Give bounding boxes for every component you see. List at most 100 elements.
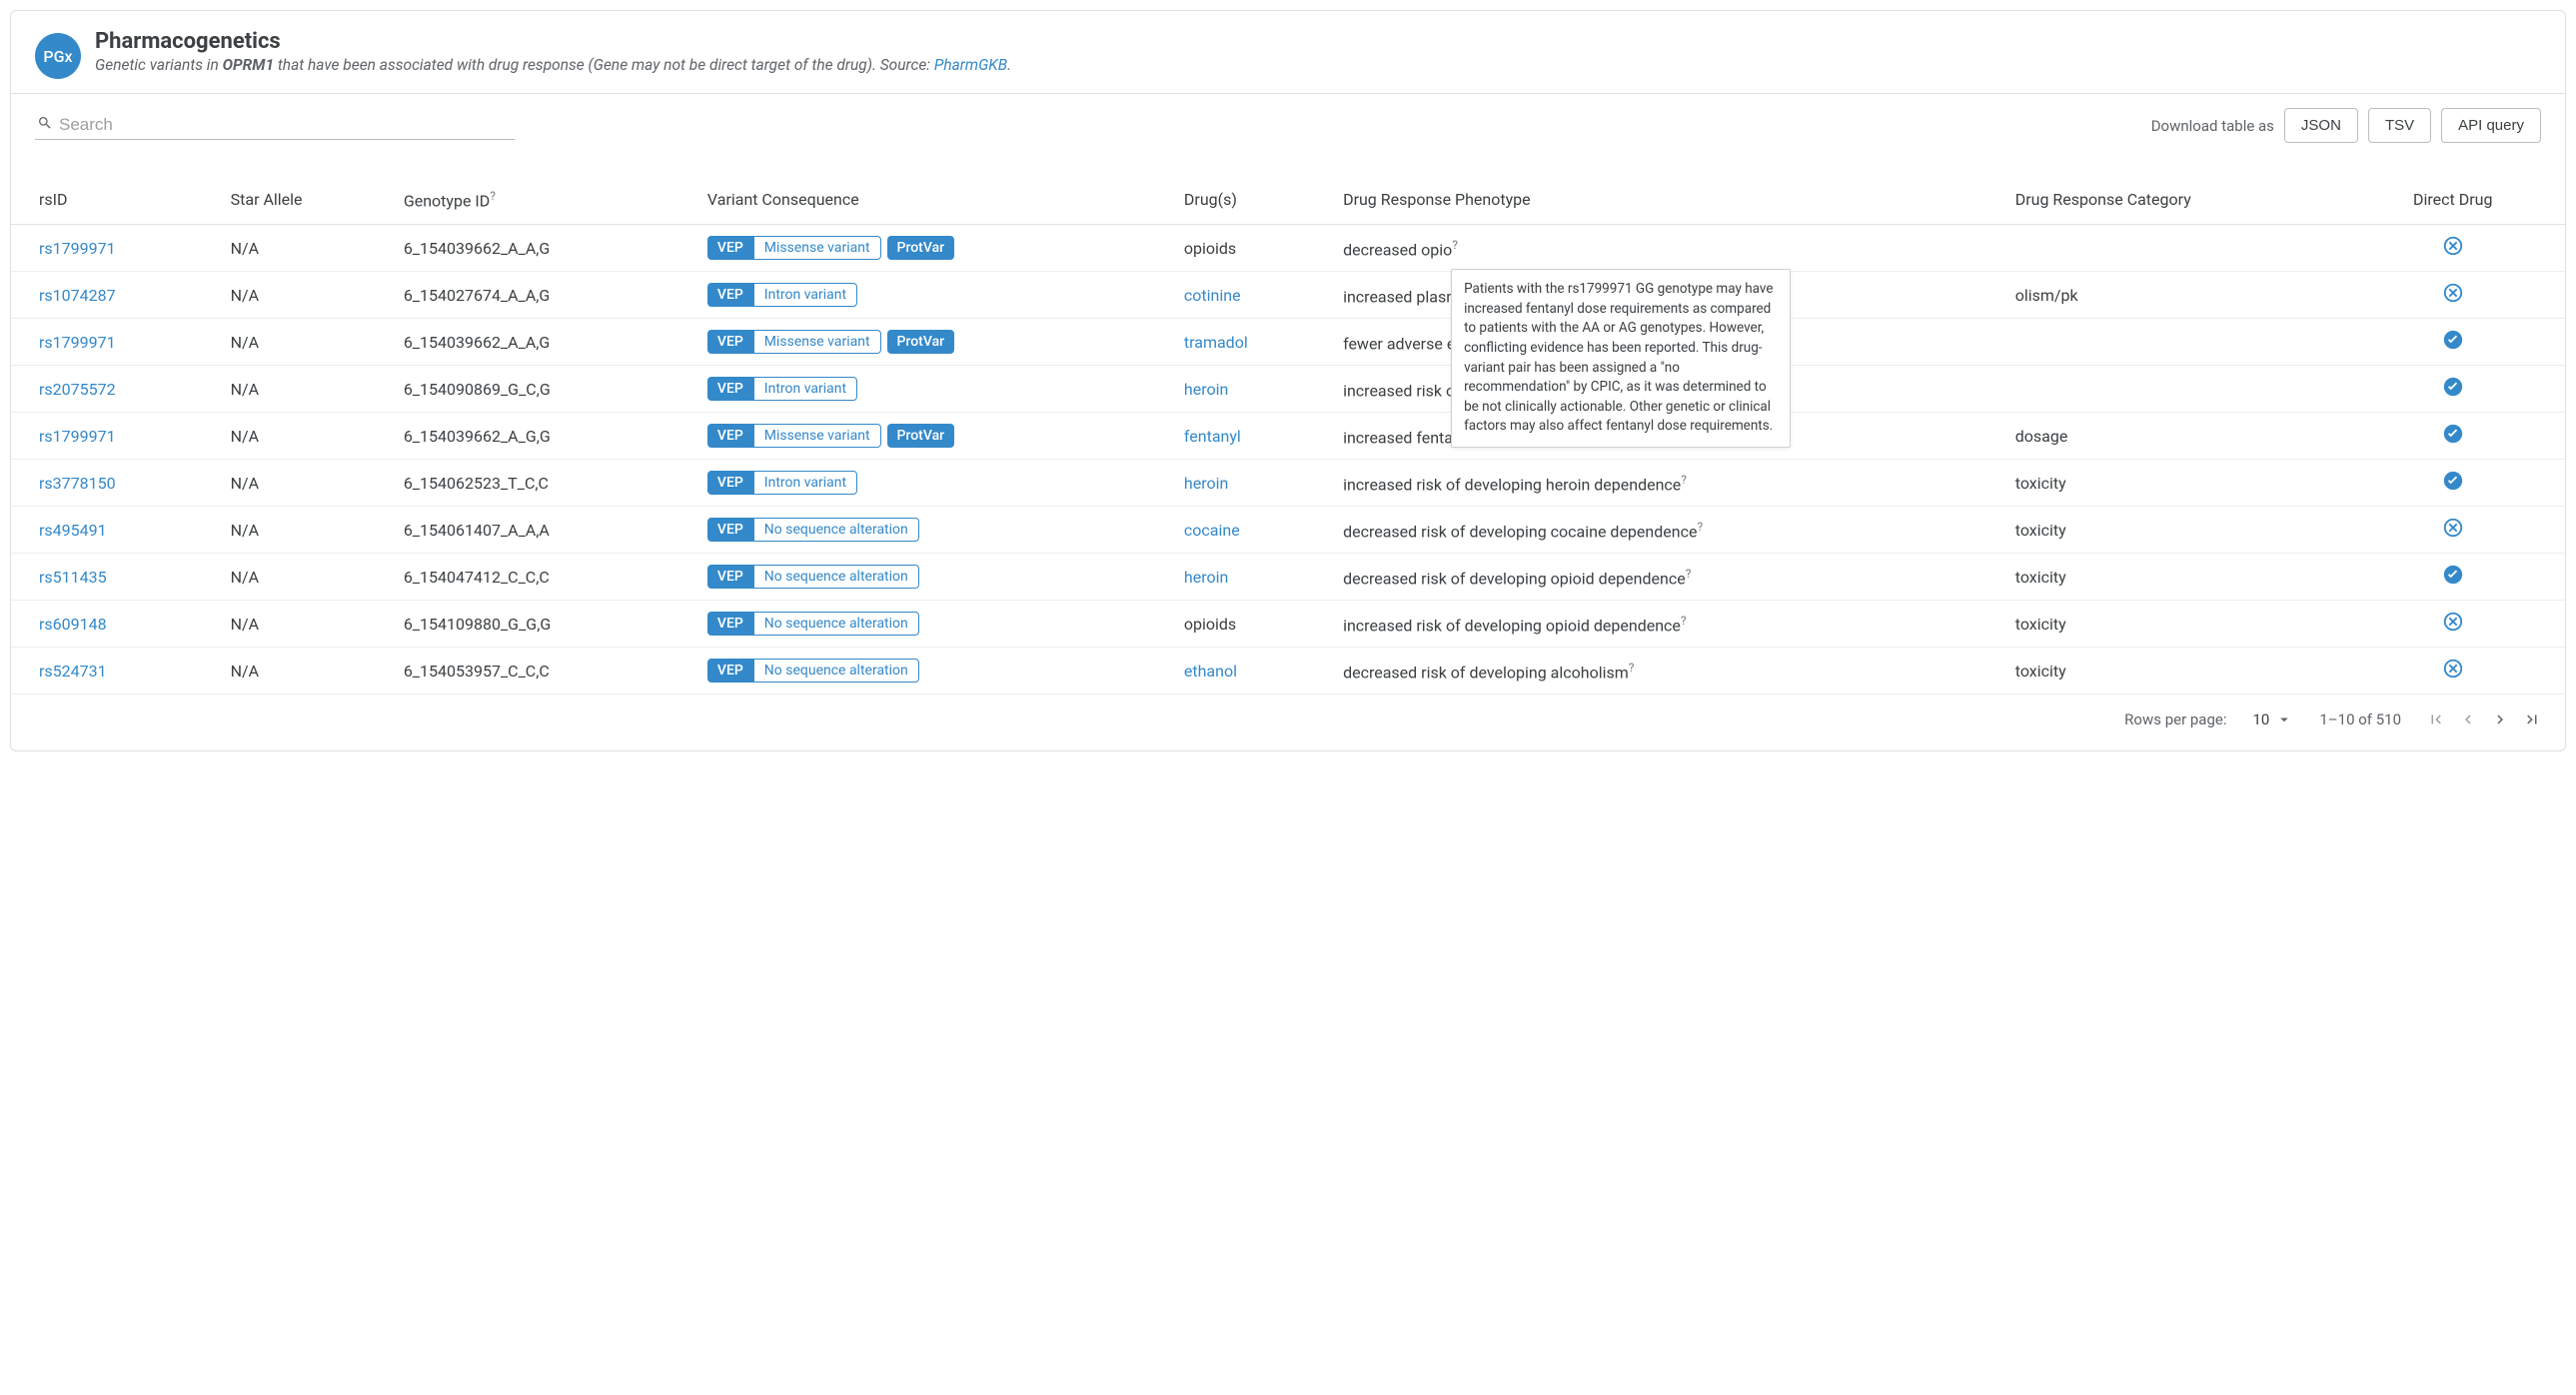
drug-link[interactable]: heroin <box>1184 380 1228 399</box>
category-cell: olism/pk <box>2001 272 2355 319</box>
consequence-chip[interactable]: No sequence alteration <box>753 659 919 683</box>
source-link[interactable]: PharmGKB <box>934 56 1007 74</box>
consequence-chip[interactable]: Missense variant <box>753 424 881 448</box>
table-row: rs1799971N/A6_154039662_A_A,GVEPMissense… <box>11 319 2565 366</box>
help-icon[interactable]: ? <box>1629 661 1635 675</box>
vep-chip[interactable]: VEP <box>707 471 753 495</box>
consequence-chip[interactable]: Intron variant <box>753 377 857 401</box>
variant-consequence-cell: VEPNo sequence alteration <box>693 554 1170 601</box>
search-input[interactable] <box>59 115 513 135</box>
search-icon <box>37 115 53 135</box>
consequence-chip[interactable]: No sequence alteration <box>753 565 919 589</box>
category-cell <box>2001 366 2355 413</box>
rsid-link[interactable]: rs511435 <box>39 568 107 587</box>
vep-chip[interactable]: VEP <box>707 612 753 636</box>
check-circle-icon <box>2442 430 2464 449</box>
col-direct-drug[interactable]: Direct Drug <box>2354 179 2565 225</box>
cross-circle-icon <box>2442 618 2464 637</box>
prev-page-icon[interactable] <box>2459 710 2477 728</box>
page-range: 1–10 of 510 <box>2319 710 2401 728</box>
drug-link[interactable]: heroin <box>1184 568 1228 587</box>
col-genotype-id[interactable]: Genotype ID? <box>390 179 693 225</box>
drug-link[interactable]: heroin <box>1184 474 1228 493</box>
drug-link[interactable]: fentanyl <box>1184 427 1241 446</box>
next-page-icon[interactable] <box>2491 710 2509 728</box>
search-field[interactable] <box>35 111 515 140</box>
star-allele-cell: N/A <box>217 648 390 695</box>
vep-chip[interactable]: VEP <box>707 330 753 354</box>
col-star-allele[interactable]: Star Allele <box>217 179 390 225</box>
download-tsv-button[interactable]: TSV <box>2368 108 2431 143</box>
col-drugs[interactable]: Drug(s) <box>1170 179 1329 225</box>
vep-chip[interactable]: VEP <box>707 659 753 683</box>
phenotype-cell: increased risk of developing heroin depe… <box>1329 460 2001 507</box>
pgx-badge-icon: PGx <box>35 33 81 79</box>
col-category[interactable]: Drug Response Category <box>2001 179 2355 225</box>
rsid-link[interactable]: rs3778150 <box>39 474 116 493</box>
consequence-chip[interactable]: Missense variant <box>753 330 881 354</box>
rsid-link[interactable]: rs1799971 <box>39 333 116 352</box>
rsid-link[interactable]: rs609148 <box>39 615 107 634</box>
download-json-button[interactable]: JSON <box>2284 108 2358 143</box>
gene-symbol: OPRM1 <box>223 56 275 74</box>
phenotype-cell: decreased risk of developing cocaine dep… <box>1329 507 2001 554</box>
protvar-chip[interactable]: ProtVar <box>887 236 955 260</box>
genotype-id-cell: 6_154061407_A_A,A <box>390 507 693 554</box>
cross-circle-icon <box>2442 665 2464 684</box>
rsid-link[interactable]: rs1799971 <box>39 239 116 258</box>
vep-chip[interactable]: VEP <box>707 565 753 589</box>
drug-link[interactable]: cocaine <box>1184 521 1240 540</box>
drug-link[interactable]: cotinine <box>1184 286 1241 305</box>
direct-drug-cell <box>2354 460 2565 507</box>
drug-cell: ethanol <box>1170 648 1329 695</box>
download-label: Download table as <box>2151 117 2274 135</box>
check-circle-icon <box>2442 336 2464 355</box>
first-page-icon[interactable] <box>2427 710 2445 728</box>
col-rsid[interactable]: rsID <box>11 179 217 225</box>
consequence-chip[interactable]: Missense variant <box>753 236 881 260</box>
protvar-chip[interactable]: ProtVar <box>887 330 955 354</box>
col-phenotype[interactable]: Drug Response Phenotype <box>1329 179 2001 225</box>
help-icon[interactable]: ? <box>1686 567 1692 581</box>
help-icon[interactable]: ? <box>1697 520 1703 534</box>
rsid-link[interactable]: rs1074287 <box>39 286 116 305</box>
help-icon[interactable]: ? <box>1452 238 1458 252</box>
rows-per-page-select[interactable]: 10 <box>2252 710 2293 728</box>
variant-consequence-cell: VEPNo sequence alteration <box>693 648 1170 695</box>
vep-chip[interactable]: VEP <box>707 283 753 307</box>
rsid-link[interactable]: rs524731 <box>39 662 107 681</box>
last-page-icon[interactable] <box>2523 710 2541 728</box>
rsid-link[interactable]: rs2075572 <box>39 380 116 399</box>
variant-consequence-cell: VEPMissense variantProtVar <box>693 319 1170 366</box>
variant-consequence-cell: VEPMissense variantProtVar <box>693 225 1170 272</box>
direct-drug-cell <box>2354 413 2565 460</box>
consequence-chip[interactable]: Intron variant <box>753 283 857 307</box>
genotype-id-cell: 6_154053957_C_C,C <box>390 648 693 695</box>
vep-chip[interactable]: VEP <box>707 236 753 260</box>
consequence-chip[interactable]: Intron variant <box>753 471 857 495</box>
table-row: rs609148N/A6_154109880_G_G,GVEPNo sequen… <box>11 601 2565 648</box>
protvar-chip[interactable]: ProtVar <box>887 424 955 448</box>
drug-cell: heroin <box>1170 366 1329 413</box>
col-variant-consequence[interactable]: Variant Consequence <box>693 179 1170 225</box>
category-cell <box>2001 319 2355 366</box>
download-api-button[interactable]: API query <box>2441 108 2541 143</box>
consequence-chip[interactable]: No sequence alteration <box>753 612 919 636</box>
table-row: rs495491N/A6_154061407_A_A,AVEPNo sequen… <box>11 507 2565 554</box>
help-icon[interactable]: ? <box>1681 614 1687 628</box>
help-icon[interactable]: ? <box>490 189 496 203</box>
rsid-link[interactable]: rs1799971 <box>39 427 116 446</box>
vep-chip[interactable]: VEP <box>707 518 753 542</box>
help-icon[interactable]: ? <box>1681 473 1687 487</box>
vep-chip[interactable]: VEP <box>707 424 753 448</box>
table-row: rs2075572N/A6_154090869_G_C,GVEPIntron v… <box>11 366 2565 413</box>
genotype-id-cell: 6_154090869_G_C,G <box>390 366 693 413</box>
direct-drug-cell <box>2354 601 2565 648</box>
category-cell: toxicity <box>2001 460 2355 507</box>
drug-link[interactable]: ethanol <box>1184 662 1237 681</box>
rsid-link[interactable]: rs495491 <box>39 521 107 540</box>
drug-link[interactable]: tramadol <box>1184 333 1248 352</box>
consequence-chip[interactable]: No sequence alteration <box>753 518 919 542</box>
direct-drug-cell <box>2354 366 2565 413</box>
vep-chip[interactable]: VEP <box>707 377 753 401</box>
